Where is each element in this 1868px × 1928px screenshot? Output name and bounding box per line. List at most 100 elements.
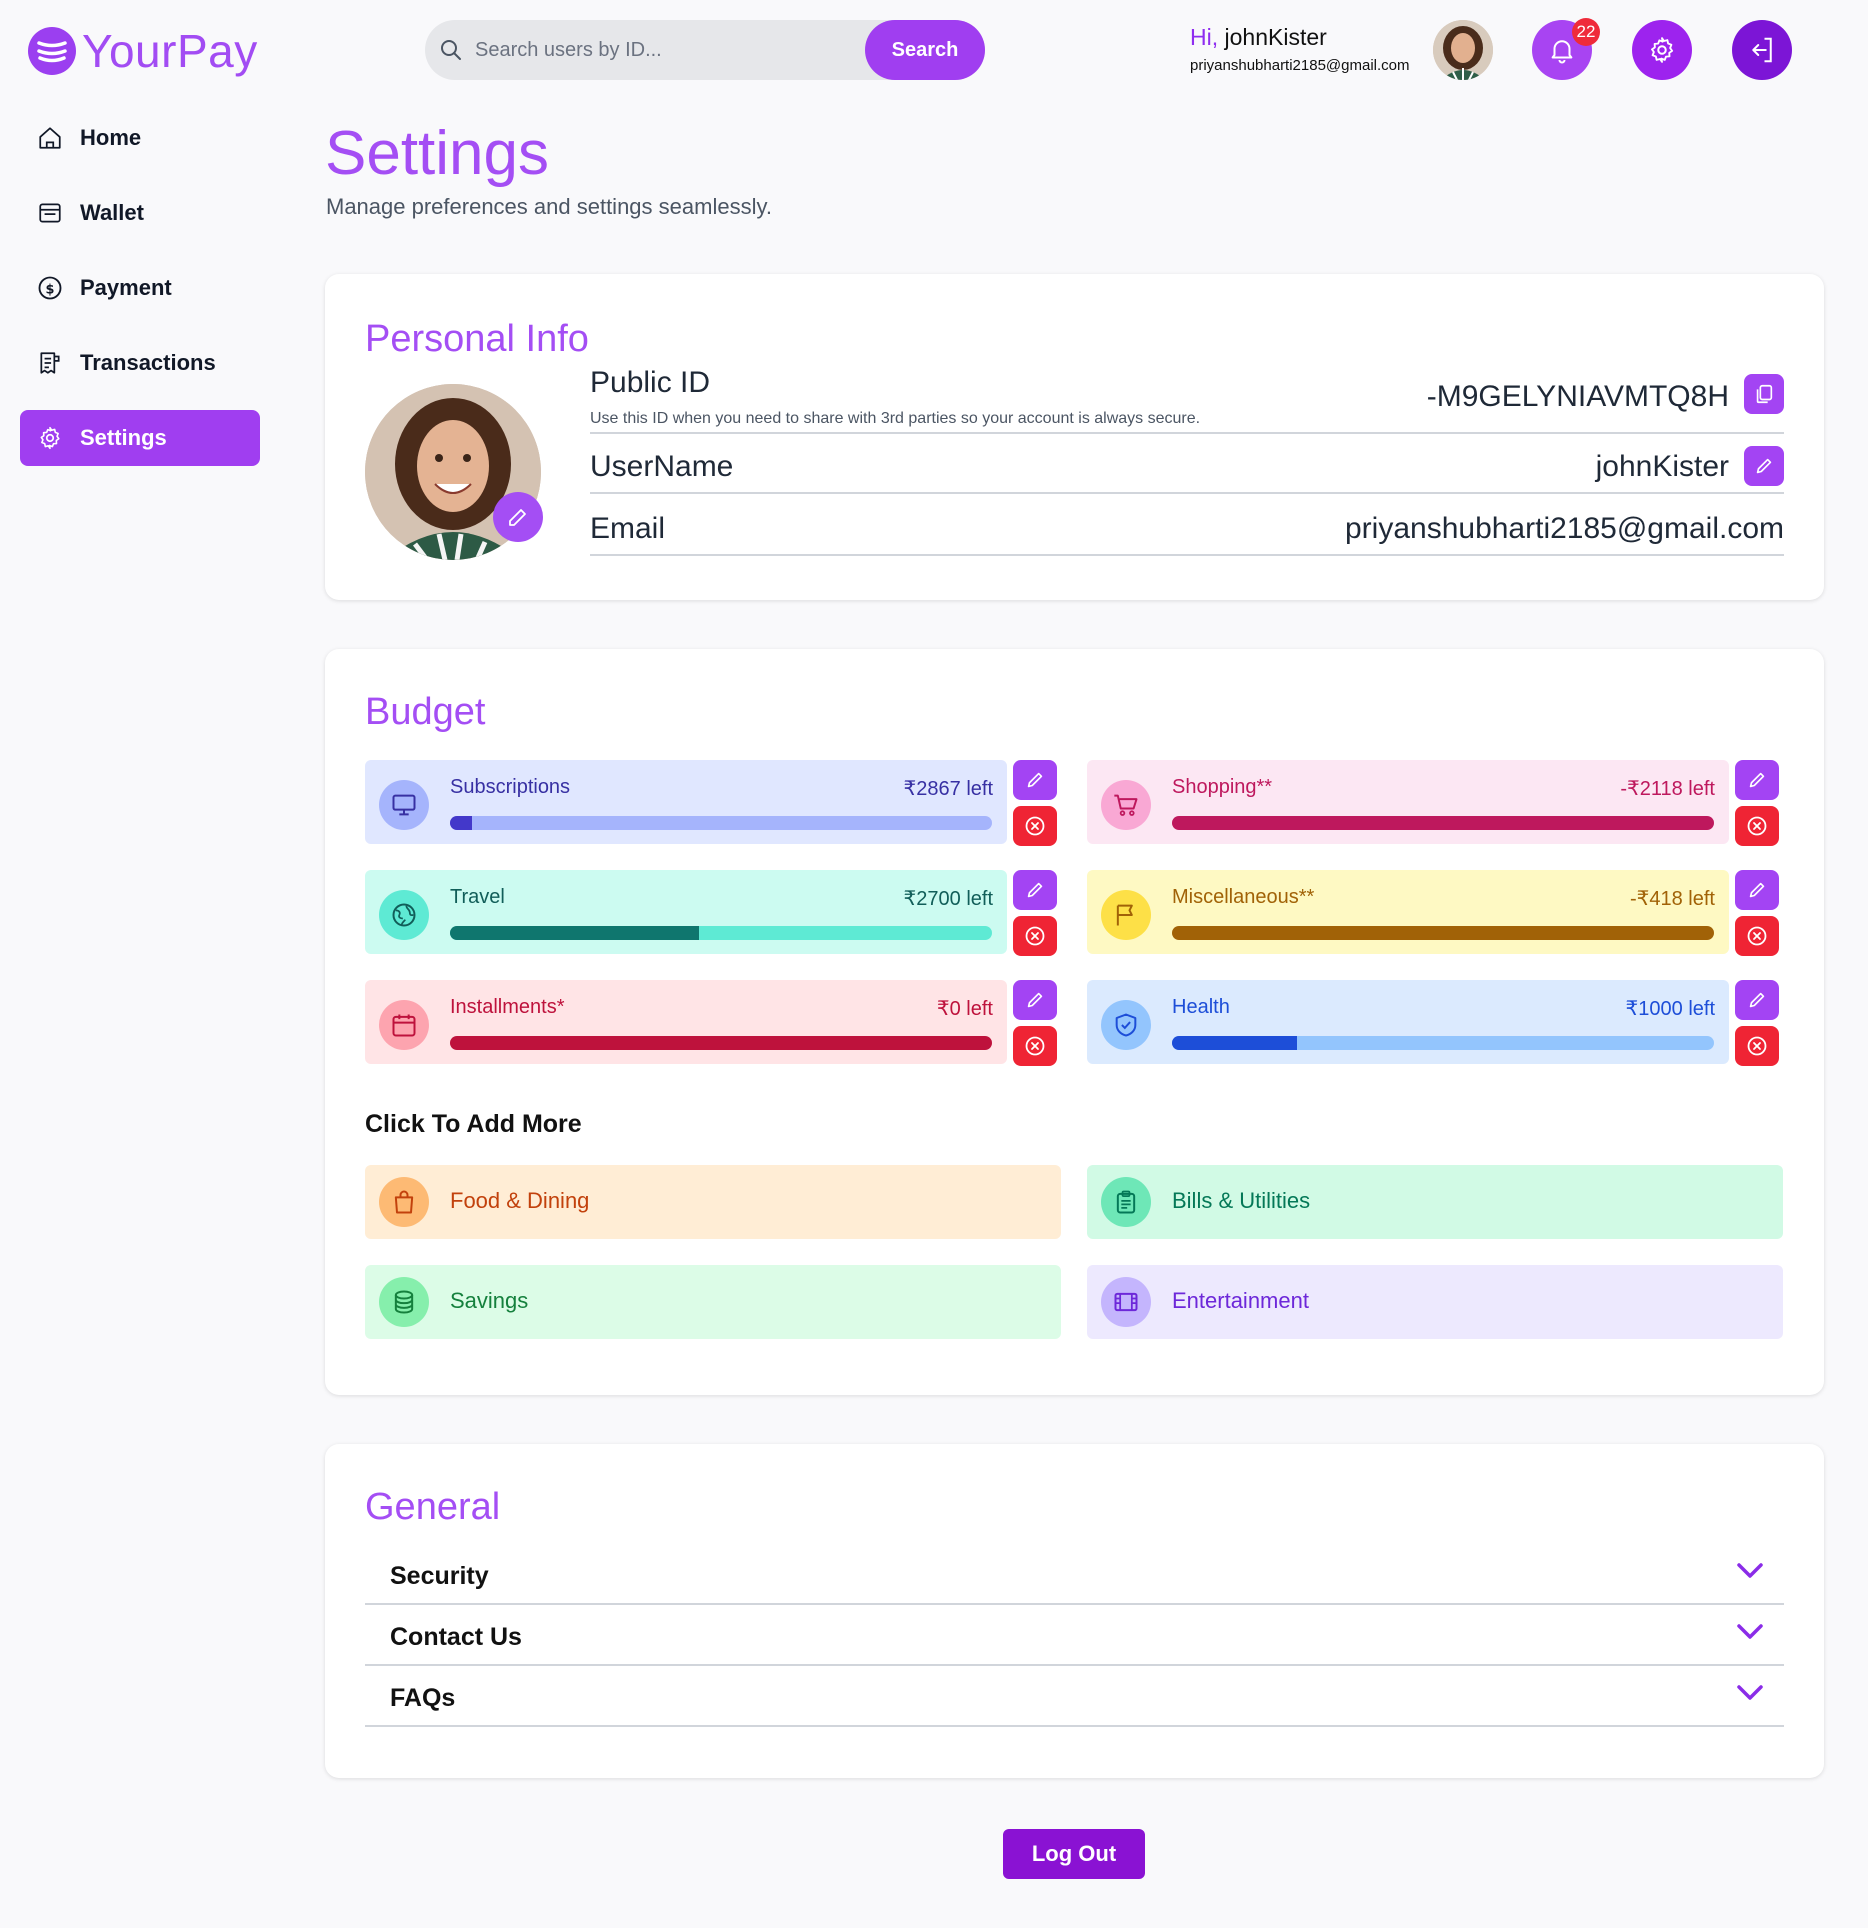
pencil-icon bbox=[1749, 772, 1765, 788]
sidebar-item-wallet[interactable]: Wallet bbox=[20, 185, 260, 241]
sidebar-item-home[interactable]: Home bbox=[20, 110, 260, 166]
accordion-label: FAQs bbox=[390, 1684, 456, 1712]
film-icon bbox=[1101, 1277, 1151, 1327]
pencil-icon bbox=[1756, 458, 1772, 474]
settings-button[interactable] bbox=[1632, 20, 1692, 80]
section-title: Personal Info bbox=[365, 318, 589, 360]
flag-icon bbox=[1101, 890, 1151, 940]
exit-button[interactable] bbox=[1732, 20, 1792, 80]
add-category-label: Savings bbox=[450, 1288, 529, 1313]
personal-info-card: Personal Info Public ID Use this ID when… bbox=[325, 274, 1824, 600]
search-icon bbox=[439, 38, 463, 62]
add-category-savings[interactable]: Savings bbox=[365, 1265, 1061, 1339]
exit-icon bbox=[1752, 37, 1772, 63]
delete-budget-button[interactable] bbox=[1013, 806, 1057, 846]
sidebar-item-label: Transactions bbox=[80, 350, 216, 375]
search-input[interactable] bbox=[463, 20, 865, 80]
budget-progress-fill bbox=[450, 926, 700, 940]
edit-username-button[interactable] bbox=[1744, 446, 1784, 486]
sidebar-item-label: Home bbox=[80, 125, 142, 150]
budget-remaining: ₹2867 left bbox=[903, 778, 993, 800]
budget-item-miscellaneous: Miscellaneous** -₹418 left bbox=[1087, 870, 1729, 954]
public-id-row: Public ID Use this ID when you need to s… bbox=[590, 366, 1784, 434]
sidebar-item-transactions[interactable]: Transactions bbox=[20, 335, 260, 391]
pencil-icon bbox=[1749, 992, 1765, 1008]
greeting-prefix: Hi, bbox=[1190, 24, 1219, 50]
delete-budget-button[interactable] bbox=[1013, 1026, 1057, 1066]
page-subtitle: Manage preferences and settings seamless… bbox=[326, 194, 772, 219]
edit-avatar-button[interactable] bbox=[493, 492, 543, 542]
accordion-faqs[interactable]: FAQs bbox=[365, 1666, 1784, 1727]
chevron-down-icon bbox=[1736, 1623, 1764, 1646]
budget-item-health: Health ₹1000 left bbox=[1087, 980, 1729, 1064]
gear-icon bbox=[1651, 37, 1674, 63]
budget-name: Travel bbox=[450, 886, 505, 908]
budget-progress-fill bbox=[1172, 926, 1714, 940]
budget-progress-fill bbox=[450, 1036, 992, 1050]
avatar[interactable] bbox=[1433, 20, 1493, 80]
search-bar: Search bbox=[425, 20, 985, 80]
delete-budget-button[interactable] bbox=[1735, 806, 1779, 846]
budget-progress-bar bbox=[450, 926, 992, 940]
sidebar-item-payment[interactable]: $ Payment bbox=[20, 260, 260, 316]
budget-name: Installments* bbox=[450, 996, 565, 1018]
logo-icon bbox=[28, 27, 76, 75]
edit-budget-button[interactable] bbox=[1735, 870, 1779, 910]
pencil-icon bbox=[1027, 882, 1043, 898]
sidebar-item-settings[interactable]: Settings bbox=[20, 410, 260, 466]
globe-icon bbox=[379, 890, 429, 940]
header-email: priyanshubharti2185@gmail.com bbox=[1190, 57, 1410, 74]
sidebar-item-label: Payment bbox=[80, 275, 172, 300]
delete-budget-button[interactable] bbox=[1735, 1026, 1779, 1066]
notification-badge: 22 bbox=[1572, 18, 1600, 46]
budget-progress-bar bbox=[450, 816, 992, 830]
user-greeting: Hi, johnKister priyanshubharti2185@gmail… bbox=[1190, 24, 1410, 74]
add-category-bills-utilities[interactable]: Bills & Utilities bbox=[1087, 1165, 1783, 1239]
edit-budget-button[interactable] bbox=[1013, 870, 1057, 910]
edit-icon bbox=[509, 509, 526, 526]
budget-item-travel: Travel ₹2700 left bbox=[365, 870, 1007, 954]
username-row: UserName johnKister bbox=[590, 446, 1784, 494]
page-title: Settings bbox=[325, 119, 550, 188]
budget-remaining: ₹2700 left bbox=[903, 888, 993, 910]
edit-budget-button[interactable] bbox=[1013, 980, 1057, 1020]
budget-item-installments: Installments* ₹0 left bbox=[365, 980, 1007, 1064]
add-category-entertainment[interactable]: Entertainment bbox=[1087, 1265, 1783, 1339]
logout-button[interactable]: Log Out bbox=[1003, 1829, 1145, 1879]
edit-budget-button[interactable] bbox=[1735, 760, 1779, 800]
bag-icon bbox=[379, 1177, 429, 1227]
close-icon bbox=[1747, 926, 1767, 946]
edit-budget-button[interactable] bbox=[1013, 760, 1057, 800]
bell-icon bbox=[1551, 40, 1573, 64]
app-logo[interactable]: YourPay bbox=[28, 24, 258, 78]
budget-name: Health bbox=[1172, 996, 1230, 1018]
copy-id-button[interactable] bbox=[1744, 374, 1784, 414]
edit-budget-button[interactable] bbox=[1735, 980, 1779, 1020]
accordion-security[interactable]: Security bbox=[365, 1544, 1784, 1605]
close-icon bbox=[1747, 816, 1767, 836]
add-category-food-dining[interactable]: Food & Dining bbox=[365, 1165, 1061, 1239]
search-button[interactable]: Search bbox=[865, 20, 985, 80]
username-value: johnKister bbox=[1595, 450, 1729, 483]
budget-remaining: ₹0 left bbox=[936, 998, 993, 1020]
email-value: priyanshubharti2185@gmail.com bbox=[1344, 512, 1784, 545]
delete-budget-button[interactable] bbox=[1735, 916, 1779, 956]
sidebar-item-label: Wallet bbox=[80, 200, 144, 225]
coins-icon bbox=[379, 1277, 429, 1327]
sidebar-item-label: Settings bbox=[80, 425, 167, 450]
monitor-icon bbox=[379, 780, 429, 830]
pencil-icon bbox=[1027, 992, 1043, 1008]
pencil-icon bbox=[1749, 882, 1765, 898]
email-row: Email priyanshubharti2185@gmail.com bbox=[590, 512, 1784, 556]
svg-text:$: $ bbox=[46, 282, 55, 297]
close-icon bbox=[1025, 1036, 1045, 1056]
delete-budget-button[interactable] bbox=[1013, 916, 1057, 956]
budget-progress-bar bbox=[450, 1036, 992, 1050]
accordion-label: Security bbox=[390, 1562, 489, 1590]
accordion-contact-us[interactable]: Contact Us bbox=[365, 1605, 1784, 1666]
header-username: johnKister bbox=[1218, 24, 1327, 50]
receipt-icon bbox=[36, 349, 64, 377]
budget-name: Subscriptions bbox=[450, 776, 571, 798]
chevron-down-icon bbox=[1736, 1562, 1764, 1585]
section-title: General bbox=[365, 1486, 501, 1528]
